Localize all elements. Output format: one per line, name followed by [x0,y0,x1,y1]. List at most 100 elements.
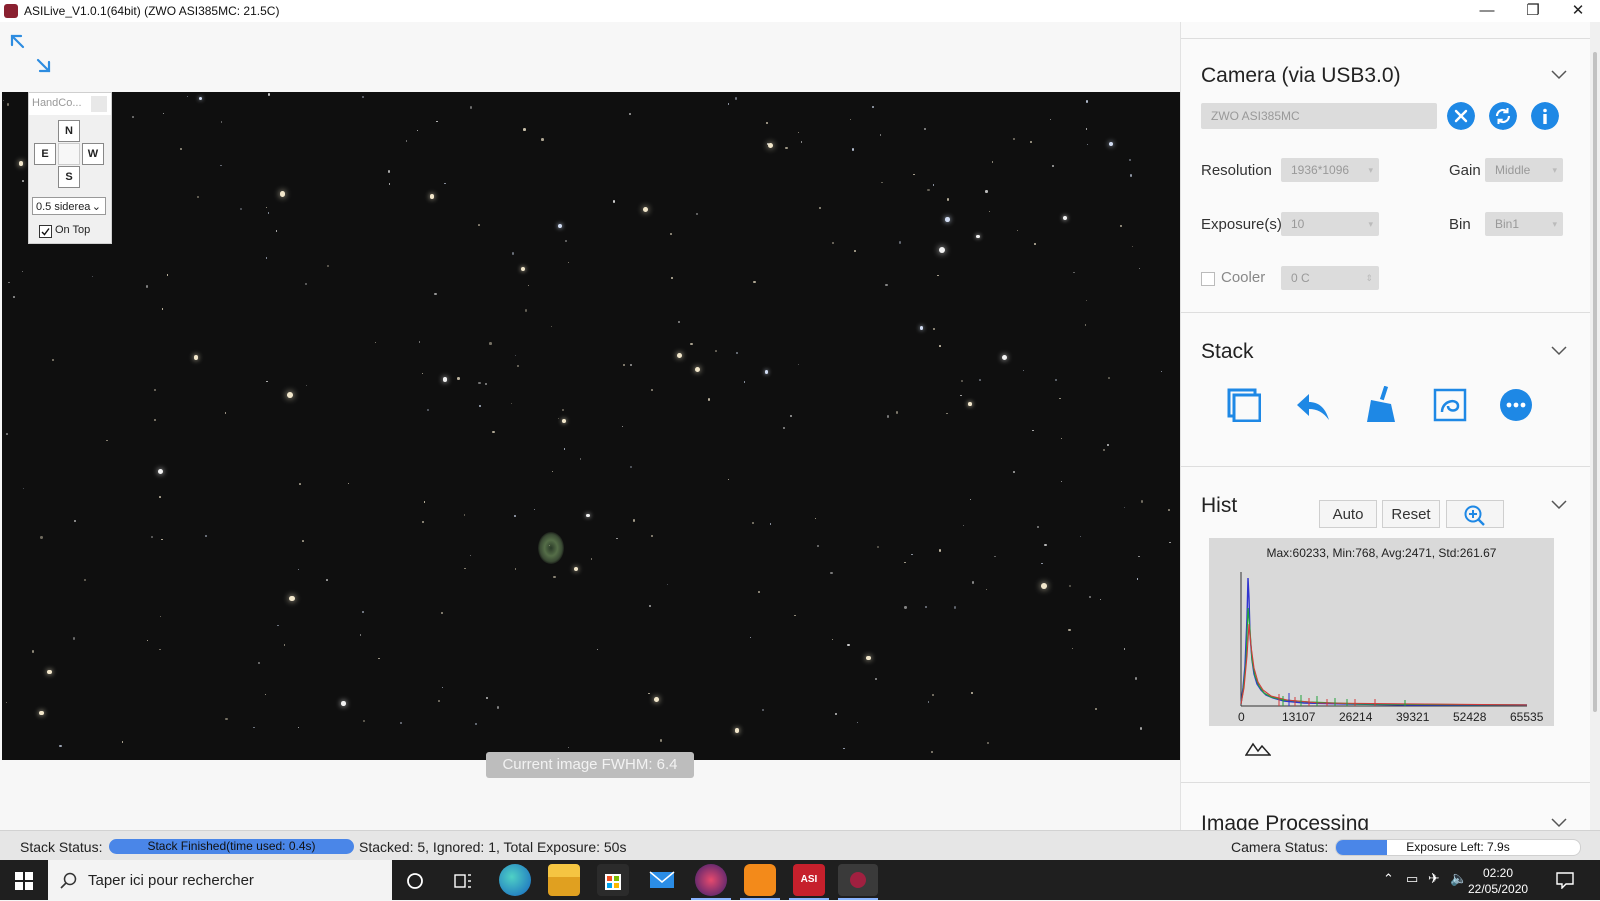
slew-rate-select[interactable]: 0.5 siderea ⌄ [32,197,106,215]
star [969,498,972,501]
image-processing-collapse-chevron-icon[interactable] [1551,818,1567,828]
clear-broom-icon[interactable] [1365,386,1397,424]
star [960,379,963,382]
star [1073,271,1075,274]
camera-collapse-chevron-icon[interactable] [1551,70,1567,80]
restore-button[interactable]: ❐ [1510,0,1556,22]
hist-zoom-button[interactable] [1446,500,1504,528]
star [527,284,529,287]
more-options-icon[interactable] [1499,388,1533,422]
file-explorer-icon[interactable] [548,864,580,896]
south-button[interactable]: S [58,166,80,188]
scrollbar-thumb[interactable] [1593,52,1597,712]
star [298,569,300,571]
hand-controller-titlebar[interactable]: HandCo... [29,93,111,115]
histogram-panel[interactable]: Max:60233, Min:768, Avg:2471, Std:261.67… [1209,538,1554,726]
star [7,103,10,106]
exposure-label: Exposure(s) [1201,216,1282,233]
star [267,212,270,214]
hist-section-title: Hist [1201,494,1238,517]
hist-auto-button[interactable]: Auto [1319,500,1377,528]
stack-frames-icon[interactable] [1227,388,1261,422]
asilive-taskbar-icon[interactable] [838,864,878,896]
east-button[interactable]: E [34,143,56,165]
hand-controller-close-button[interactable] [91,96,107,112]
star [73,519,76,522]
asistudio-icon[interactable] [695,864,727,896]
star [359,634,361,636]
mail-icon[interactable] [646,864,678,896]
star [849,119,851,121]
edge-browser-icon[interactable] [499,864,531,896]
firecapture-icon[interactable] [744,864,776,896]
tray-chevron-up-icon[interactable]: ⌃ [1383,871,1394,887]
star [21,270,23,272]
refresh-icon[interactable] [1489,102,1517,130]
camera-device-select[interactable]: ZWO ASI385MC [1201,103,1437,129]
panel-scrollbar[interactable] [1590,22,1600,830]
star [489,342,492,345]
star [442,377,448,382]
star [797,131,799,133]
live-image[interactable] [2,92,1180,760]
fullscreen-expand-icon[interactable] [8,32,54,76]
cooler-checkbox[interactable] [1201,272,1215,286]
volume-icon[interactable]: 🔈 [1450,870,1467,887]
divider [1181,782,1591,783]
undo-icon[interactable] [1295,390,1331,422]
bin-select[interactable]: Bin1 ▾ [1485,212,1563,236]
stack-collapse-chevron-icon[interactable] [1551,346,1567,356]
star [991,161,993,163]
resolution-select[interactable]: 1936*1096 ▾ [1281,158,1379,182]
cortana-icon[interactable] [406,872,424,890]
star [904,562,906,564]
notifications-icon[interactable] [1556,871,1574,889]
divider [1181,38,1591,39]
hist-reset-button[interactable]: Reset [1382,500,1440,528]
battery-icon[interactable]: ▭ [1406,871,1418,887]
mountain-icon[interactable] [1245,742,1271,756]
star [567,262,569,264]
hist-collapse-chevron-icon[interactable] [1551,500,1567,510]
star [886,415,889,418]
star [1139,727,1143,730]
taskbar-search-box[interactable]: Taper ici pour rechercher [48,860,392,900]
info-icon[interactable] [1531,102,1559,130]
on-top-checkbox[interactable] [39,225,52,238]
star [925,606,928,609]
windows-start-icon[interactable] [15,872,33,890]
star [83,579,86,582]
star [434,292,437,296]
align-image-icon[interactable] [1433,388,1467,422]
asicap-icon[interactable]: ASI [793,864,825,896]
star [985,190,988,193]
microsoft-store-icon[interactable] [597,864,629,896]
network-icon[interactable]: ✈ [1428,870,1440,887]
star [298,726,300,728]
star [1063,215,1068,220]
star [197,196,200,199]
system-clock[interactable]: 02:20 22/05/2020 [1468,865,1528,897]
star [794,614,796,617]
north-button[interactable]: N [58,120,80,142]
gain-select[interactable]: Middle ▾ [1485,158,1563,182]
star [814,517,816,520]
west-button[interactable]: W [82,143,104,165]
cooler-temp-spinner[interactable]: 0 C ⇕ [1281,266,1379,290]
star [885,283,888,287]
star [40,536,43,539]
star [563,448,566,450]
star [986,588,988,590]
star [590,558,593,560]
star [979,378,982,381]
star [405,140,408,142]
task-view-icon[interactable] [454,872,472,890]
exposure-select[interactable]: 10 ▾ [1281,212,1379,236]
close-button[interactable]: ✕ [1555,0,1600,22]
star [362,95,365,98]
hist-x-tick: 39321 [1396,710,1430,724]
star [159,648,161,651]
minimize-button[interactable]: — [1464,0,1510,22]
stop-button[interactable] [58,143,80,165]
disconnect-icon[interactable] [1447,102,1475,130]
